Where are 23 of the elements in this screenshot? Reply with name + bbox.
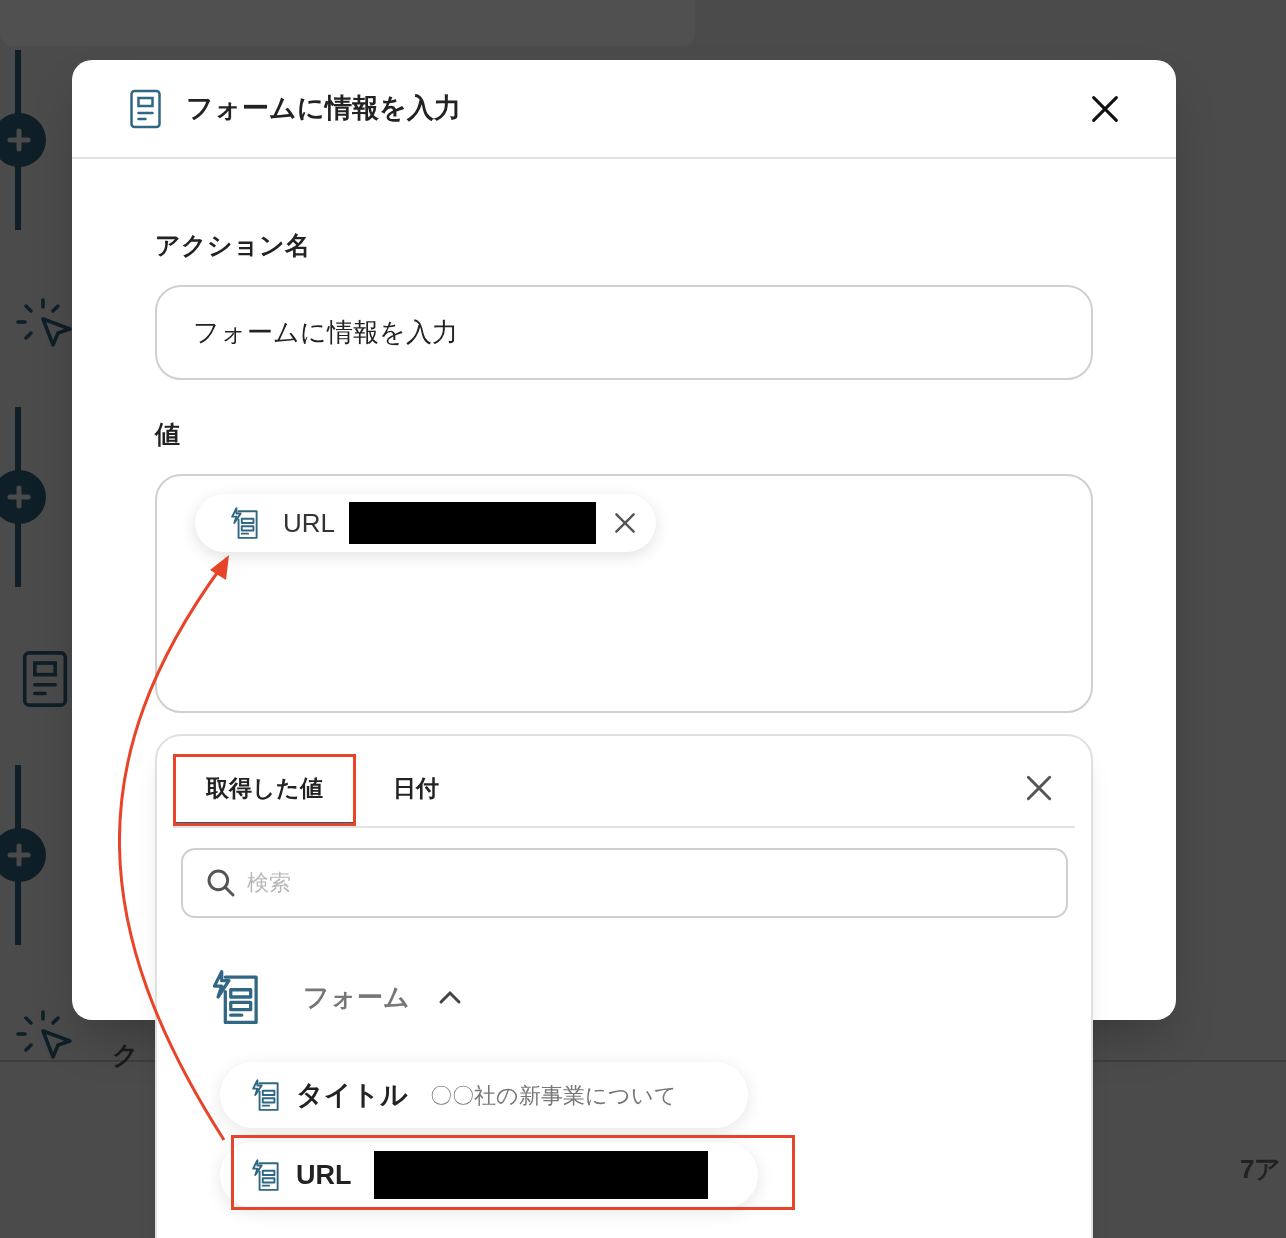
cursor-click-icon <box>16 298 74 348</box>
cursor-click-icon <box>16 1010 74 1060</box>
action-name-field[interactable]: フォームに情報を入力 <box>155 285 1093 380</box>
item-label: タイトル <box>296 1078 408 1112</box>
item-value: 〇〇社の新事業について <box>430 1081 677 1110</box>
value-item[interactable]: タイトル 〇〇社の新事業について <box>220 1062 748 1128</box>
item-label: URL <box>296 1158 352 1192</box>
modal-title: フォームに情報を入力 <box>186 92 461 126</box>
chevron-icon[interactable] <box>438 989 462 1005</box>
value-chip[interactable]: URL <box>195 494 656 552</box>
field-label: 値 <box>155 419 181 450</box>
document-icon <box>21 650 69 708</box>
remove-chip-button[interactable] <box>612 510 638 536</box>
group-label: フォーム <box>303 980 410 1014</box>
search-icon <box>205 867 237 899</box>
search-field[interactable]: 検索 <box>181 848 1068 918</box>
chip-label: URL <box>283 506 335 540</box>
value-item[interactable]: URL <box>220 1142 758 1208</box>
picker-tab[interactable]: 日付 <box>356 754 476 826</box>
picker-tab[interactable]: 取得した値 <box>173 754 356 826</box>
field-label: アクション名 <box>155 230 311 261</box>
form-icon <box>129 88 162 129</box>
value-field[interactable]: URL <box>155 474 1093 713</box>
